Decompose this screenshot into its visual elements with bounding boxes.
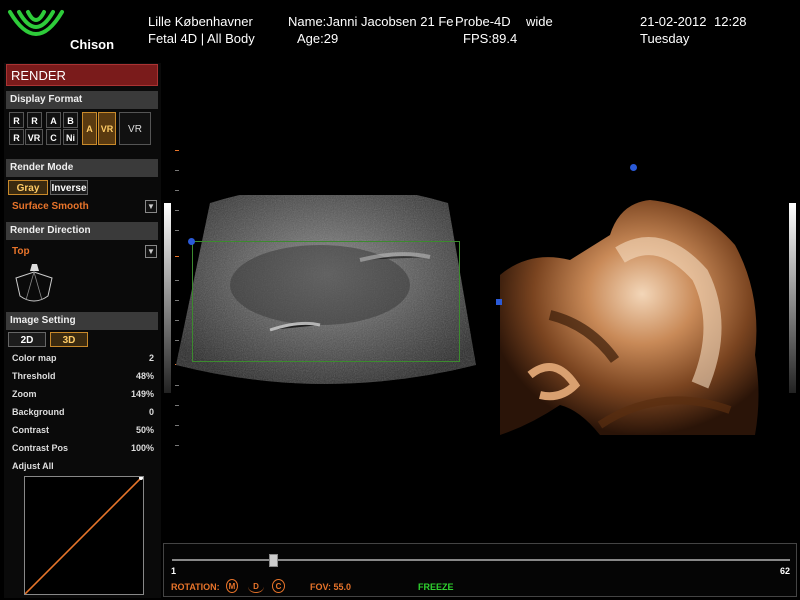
- probe-sector-icon: [15, 264, 53, 302]
- format-r1[interactable]: R: [9, 112, 24, 128]
- adjust-all-label: Adjust All: [12, 461, 54, 471]
- format-vr-active[interactable]: VR: [98, 112, 116, 145]
- format-a[interactable]: A: [46, 112, 61, 128]
- section-render-direction: Render Direction: [6, 222, 158, 240]
- section-render-mode: Render Mode: [6, 159, 158, 177]
- chison-logo-icon: [8, 10, 64, 36]
- roi-box[interactable]: [192, 241, 460, 362]
- contrast-pos-value[interactable]: 100%: [110, 443, 154, 453]
- 3d-button[interactable]: 3D: [50, 332, 88, 347]
- exam-type: Fetal 4D | All Body: [148, 31, 255, 46]
- format-a-active[interactable]: A: [82, 112, 97, 145]
- slider-min: 1: [171, 566, 177, 576]
- cine-slider-thumb[interactable]: [269, 554, 278, 567]
- section-display-format: Display Format: [6, 91, 158, 109]
- color-map-value[interactable]: 2: [110, 353, 154, 363]
- gray-button[interactable]: Gray: [8, 180, 48, 195]
- format-r2[interactable]: R: [27, 112, 42, 128]
- format-vr-single[interactable]: VR: [119, 112, 151, 145]
- format-c[interactable]: C: [46, 129, 61, 145]
- contrast-value[interactable]: 50%: [110, 425, 154, 435]
- probe-name: Probe-4D: [455, 14, 511, 29]
- time: 12:28: [714, 14, 747, 29]
- panel-title: RENDER: [6, 64, 158, 86]
- threshold-value[interactable]: 48%: [110, 371, 154, 381]
- patient-name: Name:Janni Jacobsen 21 Fe: [288, 14, 454, 29]
- format-r3[interactable]: R: [9, 129, 24, 145]
- threshold-label: Threshold: [12, 371, 56, 381]
- zoom-label: Zoom: [12, 389, 37, 399]
- cine-slider-track[interactable]: [172, 559, 790, 561]
- color-map-label: Color map: [12, 353, 57, 363]
- dropdown-arrow-icon[interactable]: ▼: [145, 200, 157, 213]
- slider-max: 62: [780, 566, 791, 576]
- rotate-d-button[interactable]: D: [248, 580, 264, 593]
- dropdown-arrow-icon[interactable]: ▼: [145, 245, 157, 258]
- weekday: Tuesday: [640, 31, 690, 46]
- rotate-c-button[interactable]: C: [272, 579, 285, 593]
- rotation-handle[interactable]: [630, 164, 637, 171]
- roi-handle[interactable]: [188, 238, 195, 245]
- grayscale-bar-right: [789, 203, 796, 393]
- probe-mode: wide: [526, 14, 553, 29]
- depth-tick: [175, 425, 179, 426]
- background-value[interactable]: 0: [110, 407, 154, 417]
- depth-tick: [175, 445, 179, 446]
- contrast-pos-label: Contrast Pos: [12, 443, 69, 453]
- date: 21-02-2012: [640, 14, 707, 29]
- format-b[interactable]: B: [63, 112, 78, 128]
- depth-tick: [175, 170, 179, 171]
- inverse-button[interactable]: Inverse: [50, 180, 88, 195]
- 2d-button[interactable]: 2D: [8, 332, 46, 347]
- hospital-name: Lille Københavner: [148, 14, 253, 29]
- fov-readout: FOV: 55.0: [310, 582, 352, 592]
- rotate-m-button[interactable]: M: [226, 579, 238, 593]
- render-direction-value: Top: [12, 246, 30, 257]
- zoom-value[interactable]: 149%: [110, 389, 154, 399]
- format-r-vr[interactable]: VR: [25, 129, 43, 145]
- format-ni[interactable]: Ni: [63, 129, 78, 145]
- freeze-status: FREEZE: [418, 582, 454, 592]
- render-marker: [496, 299, 502, 305]
- section-image-setting: Image Setting: [6, 312, 158, 330]
- render-3d-image: [500, 200, 759, 435]
- contrast-label: Contrast: [12, 425, 50, 435]
- depth-tick: [175, 190, 179, 191]
- depth-tick: [175, 150, 179, 151]
- patient-age: Age:29: [297, 31, 339, 46]
- render-mode-value: Surface Smooth: [12, 201, 89, 212]
- brand-name: Chison: [70, 37, 115, 52]
- contrast-curve[interactable]: [24, 476, 144, 595]
- background-label: Background: [12, 407, 65, 417]
- fps-readout: FPS:89.4: [463, 31, 518, 46]
- depth-tick: [175, 405, 179, 406]
- rotation-label: ROTATION:: [171, 582, 220, 592]
